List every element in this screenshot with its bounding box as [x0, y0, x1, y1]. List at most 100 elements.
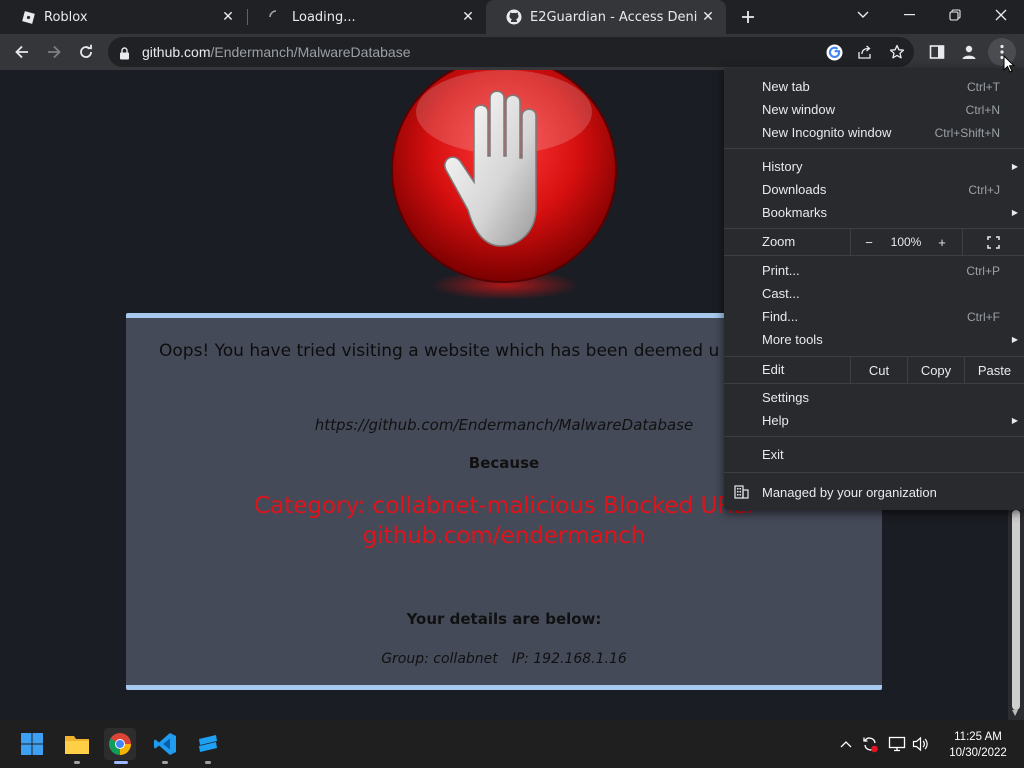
menu-label: New Incognito window [762, 125, 892, 140]
network-icon[interactable] [887, 734, 907, 754]
menu-item-new-incognito[interactable]: New Incognito window Ctrl+Shift+N [724, 121, 1024, 144]
sync-alert-icon[interactable] [860, 734, 880, 754]
new-tab-button[interactable] [736, 5, 760, 29]
menu-item-cast[interactable]: Cast... [724, 282, 1024, 305]
arrow-right-icon [48, 45, 61, 59]
volume-icon[interactable] [911, 734, 931, 754]
zoom-out-button[interactable]: − [856, 229, 882, 255]
menu-item-settings[interactable]: Settings [724, 386, 1024, 409]
google-lens-button[interactable] [821, 39, 847, 65]
menu-item-managed[interactable]: Managed by your organization [724, 481, 1024, 504]
submenu-arrow-icon: ▶ [1011, 416, 1018, 425]
github-icon [506, 9, 522, 25]
scroll-down-icon[interactable]: ▼ [1012, 708, 1018, 717]
zoom-in-label: + [938, 234, 946, 250]
address-bar[interactable]: github.com/Endermanch/MalwareDatabase [108, 37, 914, 67]
close-tab-icon[interactable]: ✕ [458, 7, 478, 27]
restore-icon [949, 9, 961, 21]
reload-button[interactable] [72, 38, 100, 66]
cut-button[interactable]: Cut [851, 357, 907, 383]
menu-separator [724, 255, 1024, 256]
copy-button[interactable]: Copy [908, 357, 964, 383]
clock-time: 11:25 AM [954, 731, 1002, 743]
back-button[interactable] [8, 38, 36, 66]
menu-label: Help [762, 413, 789, 428]
menu-shortcut: Ctrl+N [965, 102, 1000, 117]
tab-e2guardian[interactable]: E2Guardian - Access Denied ✕ [486, 0, 726, 34]
file-explorer-icon[interactable] [61, 728, 93, 760]
menu-item-downloads[interactable]: Downloads Ctrl+J [724, 178, 1024, 201]
menu-label: Exit [762, 447, 784, 462]
stop-hand-icon [386, 70, 622, 296]
chevron-down-icon [857, 11, 869, 18]
arrow-left-icon [15, 45, 28, 59]
browser-toolbar: github.com/Endermanch/MalwareDatabase [0, 34, 1024, 70]
menu-shortcut: Ctrl+T [967, 79, 1000, 94]
mouse-cursor-icon [1003, 54, 1016, 77]
menu-label: Managed by your organization [762, 485, 937, 500]
fullscreen-icon [986, 235, 1000, 249]
menu-row-edit: Edit Cut Copy Paste [724, 357, 1024, 383]
tab-loading[interactable]: Loading... ✕ [248, 0, 486, 34]
vscode-icon[interactable] [149, 728, 181, 760]
tab-title: Roblox [44, 9, 88, 25]
zoom-out-label: − [865, 234, 873, 250]
menu-item-exit[interactable]: Exit [724, 443, 1024, 466]
tab-roblox[interactable]: Roblox ✕ [0, 0, 246, 34]
user-details: Group: collabnet IP: 192.168.1.16 [126, 651, 882, 667]
menu-item-help[interactable]: Help ▶ [724, 409, 1024, 432]
chevron-up-icon[interactable] [836, 734, 856, 754]
url-text: github.com/Endermanch/MalwareDatabase [142, 44, 410, 60]
star-icon [889, 44, 905, 59]
minimize-button[interactable] [886, 0, 932, 30]
menu-shortcut: Ctrl+P [966, 263, 1000, 278]
active-indicator [114, 761, 128, 764]
paste-button[interactable]: Paste [965, 357, 1024, 383]
restore-button[interactable] [932, 0, 978, 30]
running-indicator [74, 761, 80, 764]
chrome-icon[interactable] [104, 728, 136, 760]
building-icon [734, 485, 749, 502]
menu-item-new-window[interactable]: New window Ctrl+N [724, 98, 1024, 121]
menu-separator [724, 472, 1024, 473]
zoom-label: Zoom [762, 234, 796, 249]
tab-title: E2Guardian - Access Denied [530, 9, 698, 25]
menu-item-bookmarks[interactable]: Bookmarks ▶ [724, 201, 1024, 224]
menu-item-history[interactable]: History ▶ [724, 155, 1024, 178]
details-heading: Your details are below: [406, 610, 602, 628]
side-panel-button[interactable] [923, 38, 951, 66]
running-indicator [162, 761, 168, 764]
menu-item-new-tab[interactable]: New tab Ctrl+T [724, 75, 1024, 98]
zoom-level: 100% [890, 235, 922, 249]
menu-label: Downloads [762, 182, 827, 197]
forward-button[interactable] [40, 38, 68, 66]
close-tab-icon[interactable]: ✕ [218, 7, 238, 27]
menu-item-more-tools[interactable]: More tools ▶ [724, 328, 1024, 351]
profile-button[interactable] [955, 38, 983, 66]
loading-spinner-icon [268, 9, 284, 25]
fullscreen-button[interactable] [980, 229, 1006, 255]
scrollbar-thumb[interactable] [1012, 510, 1020, 710]
clock[interactable]: 11:25 AM 10/30/2022 [938, 729, 1018, 761]
side-panel-icon [929, 45, 945, 59]
tab-search-button[interactable] [840, 0, 886, 30]
bookmark-star-button[interactable] [884, 39, 910, 65]
roblox-studio-icon[interactable] [192, 728, 224, 760]
person-icon [962, 45, 976, 59]
close-icon [995, 9, 1007, 21]
menu-shortcut: Ctrl+F [967, 309, 1000, 324]
menu-shortcut: Ctrl+Shift+N [934, 125, 1000, 140]
zoom-in-button[interactable]: + [930, 229, 954, 255]
tab-strip: Roblox ✕ Loading... ✕ E2Guardian - Acces… [0, 0, 1024, 34]
running-indicator [205, 761, 211, 764]
menu-item-find[interactable]: Find... Ctrl+F [724, 305, 1024, 328]
close-tab-icon[interactable]: ✕ [698, 7, 718, 27]
share-button[interactable] [852, 39, 878, 65]
clock-date: 10/30/2022 [949, 747, 1007, 759]
start-icon[interactable] [16, 728, 48, 760]
menu-divider [850, 229, 851, 255]
menu-item-print[interactable]: Print... Ctrl+P [724, 259, 1024, 282]
menu-row-zoom: Zoom − 100% + [724, 229, 1024, 255]
menu-label: Cast... [762, 286, 800, 301]
close-window-button[interactable] [978, 0, 1024, 30]
